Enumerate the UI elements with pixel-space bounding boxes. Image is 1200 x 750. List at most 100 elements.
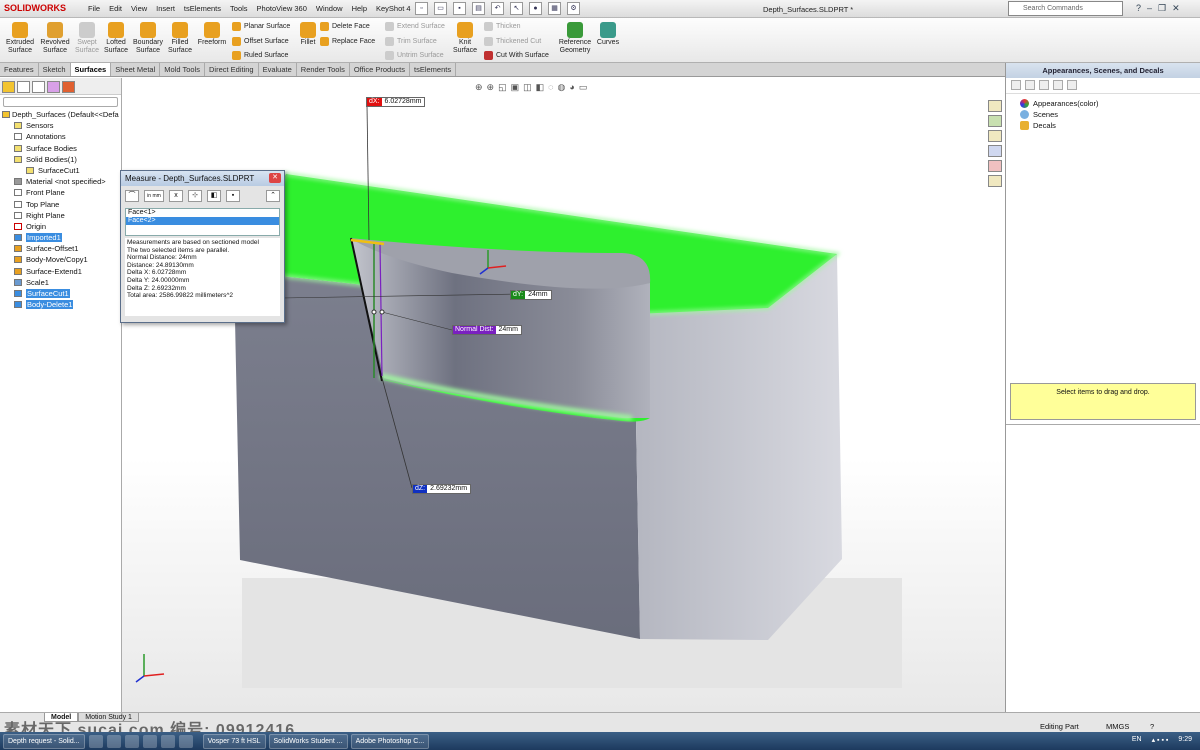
drag-drop-zone[interactable]: Select items to drag and drop. <box>1010 383 1196 420</box>
forward-icon[interactable] <box>1025 80 1035 90</box>
zoom-to-fit-icon[interactable]: ⊕ <box>475 82 483 93</box>
pane-splitter[interactable] <box>1006 424 1200 425</box>
menu-view[interactable]: View <box>131 4 147 13</box>
tree-item-right-plane[interactable]: Right Plane <box>0 210 121 221</box>
undo-icon[interactable]: ↶ <box>491 2 504 15</box>
apply-scene-icon[interactable]: ◕ <box>569 82 574 93</box>
ie-icon[interactable] <box>160 734 175 748</box>
options-icon[interactable]: ⚙ <box>567 2 580 15</box>
file-properties-icon[interactable]: ▦ <box>548 2 561 15</box>
selection-face-1[interactable]: Face<1> <box>126 209 279 217</box>
menu-keyshot[interactable]: KeyShot 4 <box>376 4 411 13</box>
tab-features[interactable]: Features <box>0 63 39 76</box>
property-manager-tab-icon[interactable] <box>17 81 30 93</box>
rebuild-icon[interactable]: ● <box>529 2 542 15</box>
projection-icon[interactable]: ◧ <box>207 190 221 202</box>
display-manager-tab-icon[interactable] <box>62 81 75 93</box>
tree-item-sensors[interactable]: Sensors <box>0 120 121 131</box>
hide-show-icon[interactable]: ◌ <box>548 82 553 93</box>
back-icon[interactable] <box>1011 80 1021 90</box>
dz-callout[interactable]: dZ: 2.69232mm <box>412 484 472 494</box>
view-palette-icon[interactable] <box>988 145 1002 157</box>
tree-item-appearances[interactable]: Appearances(color) <box>1006 98 1200 109</box>
tree-item-scale1[interactable]: Scale1 <box>0 277 121 288</box>
units-precision-button[interactable]: in mm <box>144 190 164 202</box>
offset-surface-button[interactable]: Offset Surface <box>232 37 289 46</box>
media-icon[interactable] <box>106 734 121 748</box>
menu-tselements[interactable]: tsElements <box>184 4 221 13</box>
selection-face-2[interactable]: Face<2> <box>126 217 279 225</box>
tree-item-imported1[interactable]: Imported1 <box>0 232 121 243</box>
tree-item-top-plane[interactable]: Top Plane <box>0 199 121 210</box>
view-settings-icon[interactable]: ▭ <box>579 82 588 93</box>
revolved-surface-button[interactable]: Revolved Surface <box>38 22 72 55</box>
up-icon[interactable] <box>1067 80 1077 90</box>
menu-photoview[interactable]: PhotoView 360 <box>257 4 307 13</box>
tree-item-decals[interactable]: Decals <box>1006 120 1200 131</box>
thickened-cut-button[interactable]: Thickened Cut <box>484 37 541 46</box>
extend-surface-button[interactable]: Extend Surface <box>385 22 445 31</box>
measure-dialog-titlebar[interactable]: Measure - Depth_Surfaces.SLDPRT ✕ <box>121 171 284 186</box>
extruded-surface-button[interactable]: Extruded Surface <box>4 22 36 55</box>
dx-callout[interactable]: dX: 6.02728mm <box>366 97 426 107</box>
tree-item-surface-bodies[interactable]: Surface Bodies <box>0 143 121 154</box>
restore-icon[interactable]: ❐ <box>1158 3 1166 14</box>
explorer-icon[interactable] <box>178 734 193 748</box>
solidworks-resources-icon[interactable] <box>988 100 1002 112</box>
ruled-surface-button[interactable]: Ruled Surface <box>232 51 288 60</box>
delete-face-button[interactable]: Delete Face <box>320 22 370 31</box>
units-status[interactable]: MMGS <box>1106 722 1129 731</box>
menu-file[interactable]: File <box>88 4 100 13</box>
tree-filter-input[interactable] <box>3 97 118 107</box>
menu-edit[interactable]: Edit <box>109 4 122 13</box>
cut-with-surface-button[interactable]: Cut With Surface <box>484 51 549 60</box>
tree-item-origin[interactable]: Origin <box>0 221 121 232</box>
zoom-area-icon[interactable]: ⊕ <box>487 82 495 93</box>
freeform-button[interactable]: Freeform <box>196 22 228 47</box>
menu-help[interactable]: Help <box>352 4 367 13</box>
view-orientation-icon[interactable]: ◫ <box>523 82 532 93</box>
tree-item-surfacecut1[interactable]: SurfaceCut1 <box>0 288 121 299</box>
taskbar-item-depth-request[interactable]: Depth request - Solid... <box>3 733 85 749</box>
normal-distance-callout[interactable]: Normal Dist: 24mm <box>452 325 522 335</box>
point-to-point-icon[interactable]: ⊹ <box>188 190 202 202</box>
tree-item-surfacecut-body[interactable]: SurfaceCut1 <box>0 165 121 176</box>
tab-evaluate[interactable]: Evaluate <box>259 63 297 76</box>
help-icon[interactable]: ? <box>1136 3 1141 14</box>
language-indicator[interactable]: EN <box>1132 736 1142 744</box>
gmail-icon[interactable] <box>88 734 103 748</box>
filled-surface-button[interactable]: Filled Surface <box>166 22 194 55</box>
tree-item-body-delete1[interactable]: Body-Delete1 <box>0 299 121 310</box>
swept-surface-button[interactable]: Swept Surface <box>73 22 101 55</box>
word-icon[interactable] <box>124 734 139 748</box>
replace-face-button[interactable]: Replace Face <box>320 37 375 46</box>
curves-button[interactable]: Curves <box>595 22 621 47</box>
measure-close-icon[interactable]: ✕ <box>269 173 281 183</box>
reference-geometry-button[interactable]: Reference Geometry <box>557 22 593 55</box>
appearances-tab-icon[interactable] <box>988 160 1002 172</box>
lofted-surface-button[interactable]: Lofted Surface <box>102 22 130 55</box>
tree-item-surface-offset1[interactable]: Surface-Offset1 <box>0 243 121 254</box>
menu-insert[interactable]: Insert <box>156 4 175 13</box>
minimize-icon[interactable]: – <box>1147 3 1152 14</box>
collapse-icon[interactable]: ⌃ <box>266 190 280 202</box>
tab-office-products[interactable]: Office Products <box>350 63 410 76</box>
custom-properties-icon[interactable] <box>988 175 1002 187</box>
taskbar-item-photoshop[interactable]: Adobe Photoshop C... <box>350 733 430 749</box>
configuration-manager-tab-icon[interactable] <box>32 81 45 93</box>
tree-item-material[interactable]: Material <not specified> <box>0 176 121 187</box>
clock[interactable]: 9:29 <box>1178 736 1192 744</box>
trim-surface-button[interactable]: Trim Surface <box>385 37 437 46</box>
tree-item-solid-bodies[interactable]: Solid Bodies(1) <box>0 154 121 165</box>
display-style-icon[interactable]: ◧ <box>536 82 545 93</box>
refresh-icon[interactable] <box>1053 80 1063 90</box>
section-view-icon[interactable]: ▣ <box>511 82 520 93</box>
close-icon[interactable]: ✕ <box>1172 3 1180 14</box>
create-sensor-icon[interactable]: ▪ <box>226 190 240 202</box>
boundary-surface-button[interactable]: Boundary Surface <box>131 22 165 55</box>
edit-appearance-icon[interactable]: ◍ <box>558 82 566 93</box>
taskbar-item-solidworks[interactable]: SolidWorks Student ... <box>268 733 348 749</box>
tab-surfaces[interactable]: Surfaces <box>70 63 112 76</box>
save-icon[interactable]: ▪ <box>453 2 466 15</box>
show-xyz-icon[interactable]: x <box>169 190 183 202</box>
